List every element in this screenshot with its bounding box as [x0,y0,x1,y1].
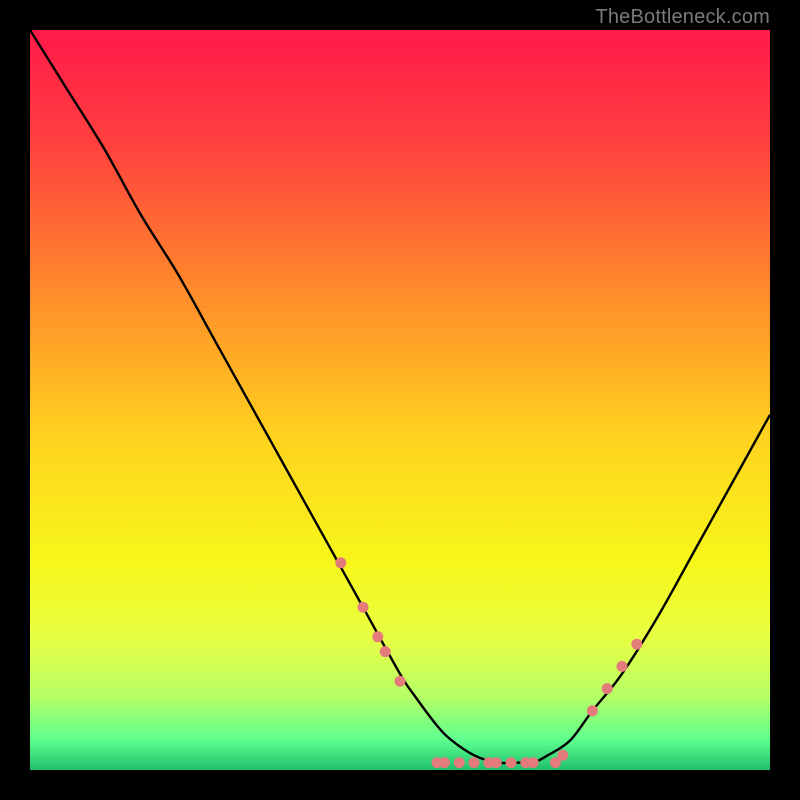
data-dot [395,676,406,687]
data-dot [528,757,539,768]
data-dot [557,750,568,761]
data-dot [506,757,517,768]
data-dot [358,602,369,613]
data-dot [631,639,642,650]
data-dots [335,557,642,768]
watermark-text: TheBottleneck.com [595,6,770,29]
plot-area [30,30,770,770]
bottleneck-curve [30,30,770,763]
data-dot [454,757,465,768]
data-dot [602,683,613,694]
data-dot [469,757,480,768]
data-dot [372,631,383,642]
data-dot [587,705,598,716]
data-dot [617,661,628,672]
curve-layer [30,30,770,770]
data-dot [491,757,502,768]
data-dot [439,757,450,768]
data-dot [380,646,391,657]
data-dot [335,557,346,568]
